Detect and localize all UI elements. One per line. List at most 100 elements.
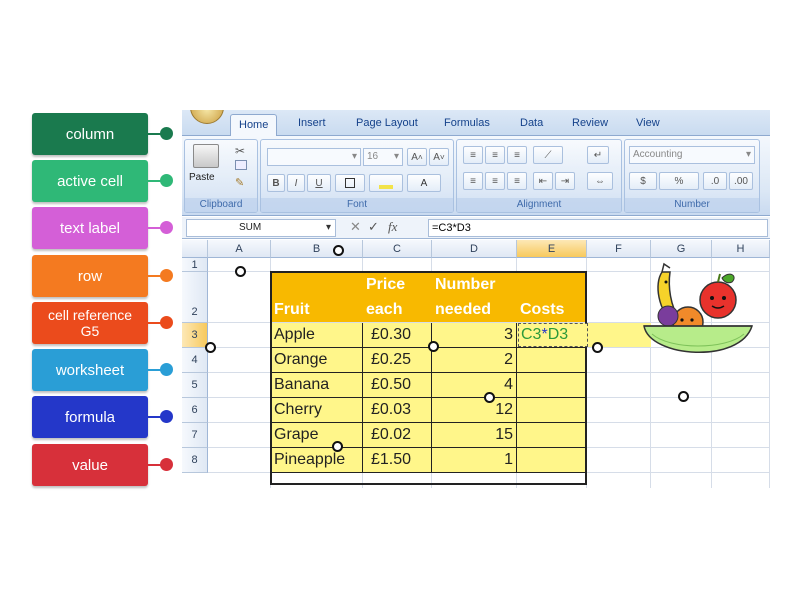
marker-a1[interactable]	[235, 266, 246, 277]
format-painter-icon[interactable]: ✎	[235, 176, 244, 189]
label-column[interactable]: column	[32, 113, 148, 155]
label-handle[interactable]	[160, 458, 173, 471]
label-row[interactable]: row	[32, 255, 148, 297]
column-header-a[interactable]: A	[208, 240, 271, 258]
row-header-3[interactable]: 3	[182, 323, 208, 348]
tab-insert[interactable]: Insert	[298, 117, 326, 129]
tab-formulas[interactable]: Formulas	[444, 117, 490, 129]
row-header-5[interactable]: 5	[182, 373, 208, 398]
office-button[interactable]	[190, 110, 224, 124]
price-cell[interactable]: £0.25	[363, 348, 432, 373]
label-handle[interactable]	[160, 363, 173, 376]
select-all-corner[interactable]	[182, 240, 208, 258]
currency-button[interactable]: $	[629, 172, 657, 190]
underline-button[interactable]: U	[307, 174, 331, 192]
active-cell-e3[interactable]: C3 * D3	[518, 323, 588, 347]
label-handle[interactable]	[160, 269, 173, 282]
fruit-cell[interactable]: Apple	[271, 323, 363, 348]
cost-cell[interactable]	[517, 448, 587, 473]
decrease-decimal-button[interactable]: .00	[729, 172, 753, 190]
align-bottom-button[interactable]: ≡	[507, 146, 527, 164]
cut-icon[interactable]: ✂	[235, 144, 245, 158]
marker-g5[interactable]	[678, 391, 689, 402]
row-header-6[interactable]: 6	[182, 398, 208, 423]
align-middle-button[interactable]: ≡	[485, 146, 505, 164]
cancel-icon[interactable]: ✕	[350, 219, 361, 235]
cost-cell[interactable]	[517, 423, 587, 448]
cost-cell[interactable]	[517, 398, 587, 423]
column-header-g[interactable]: G	[651, 240, 712, 258]
row-header-7[interactable]: 7	[182, 423, 208, 448]
needed-cell[interactable]: 1	[432, 448, 517, 473]
price-cell[interactable]: £0.50	[363, 373, 432, 398]
label-handle[interactable]	[160, 127, 173, 140]
needed-cell[interactable]: 12	[432, 398, 517, 423]
label-handle[interactable]	[160, 410, 173, 423]
align-left-button[interactable]: ≡	[463, 172, 483, 190]
label-cell-reference-g5[interactable]: cell reference G5	[32, 302, 148, 344]
header-price-each[interactable]: Price each	[363, 272, 432, 322]
increase-decimal-button[interactable]: .0	[703, 172, 727, 190]
tab-home[interactable]: Home	[230, 114, 278, 137]
paste-button[interactable]: Paste	[189, 172, 215, 183]
formula-input[interactable]: =C3*D3	[428, 219, 768, 237]
header-fruit[interactable]: Fruit	[271, 272, 363, 322]
align-top-button[interactable]: ≡	[463, 146, 483, 164]
column-header-h[interactable]: H	[712, 240, 770, 258]
font-size-dropdown[interactable]: 16 ▾	[363, 148, 403, 166]
fill-color-button[interactable]	[369, 174, 403, 192]
grow-font-button[interactable]: A ˄	[407, 148, 427, 166]
decrease-indent-button[interactable]: ⇤	[533, 172, 553, 190]
marker-formula[interactable]	[592, 342, 603, 353]
worksheet-grid[interactable]: ABCDEFGH 12345678 Fruit Price each Numbe…	[182, 240, 770, 488]
copy-icon[interactable]	[235, 160, 247, 170]
label-value[interactable]: value	[32, 444, 148, 486]
row-header-8[interactable]: 8	[182, 448, 208, 473]
font-name-dropdown[interactable]: ▾	[267, 148, 361, 166]
cost-cell[interactable]	[517, 348, 587, 373]
wrap-text-button[interactable]: ↵	[587, 146, 609, 164]
fruit-cell[interactable]: Orange	[271, 348, 363, 373]
label-formula[interactable]: formula	[32, 396, 148, 438]
tab-view[interactable]: View	[636, 117, 660, 129]
price-cell[interactable]: £0.02	[363, 423, 432, 448]
label-handle[interactable]	[160, 221, 173, 234]
label-worksheet[interactable]: worksheet	[32, 349, 148, 391]
row-header-2[interactable]: 2	[182, 272, 208, 323]
label-handle[interactable]	[160, 316, 173, 329]
marker-value-4[interactable]	[484, 392, 495, 403]
borders-button[interactable]	[335, 174, 365, 192]
enter-icon[interactable]: ✓	[368, 219, 379, 235]
fruit-cell[interactable]: Cherry	[271, 398, 363, 423]
price-cell[interactable]: £1.50	[363, 448, 432, 473]
tab-page-layout[interactable]: Page Layout	[356, 117, 418, 129]
marker-col-b[interactable]	[333, 245, 344, 256]
align-right-button[interactable]: ≡	[507, 172, 527, 190]
needed-cell[interactable]: 2	[432, 348, 517, 373]
shrink-font-button[interactable]: A ˅	[429, 148, 449, 166]
marker-price-apple[interactable]	[428, 341, 439, 352]
price-cell[interactable]: £0.03	[363, 398, 432, 423]
align-center-button[interactable]: ≡	[485, 172, 505, 190]
fruit-cell[interactable]: Pineapple	[271, 448, 363, 473]
column-header-c[interactable]: C	[363, 240, 432, 258]
label-handle[interactable]	[160, 174, 173, 187]
header-number-needed[interactable]: Number needed	[432, 272, 517, 322]
needed-cell[interactable]: 3	[432, 323, 517, 348]
label-text-label[interactable]: text label	[32, 207, 148, 249]
column-header-d[interactable]: D	[432, 240, 517, 258]
italic-button[interactable]: I	[287, 174, 305, 192]
column-header-f[interactable]: F	[587, 240, 651, 258]
column-header-b[interactable]: B	[271, 240, 363, 258]
row-header-1[interactable]: 1	[182, 258, 208, 272]
column-header-e[interactable]: E	[517, 240, 587, 258]
merge-center-button[interactable]: ⇔	[587, 172, 613, 190]
tab-data[interactable]: Data	[520, 117, 543, 129]
needed-cell[interactable]: 4	[432, 373, 517, 398]
needed-cell[interactable]: 15	[432, 423, 517, 448]
fruit-cell[interactable]: Grape	[271, 423, 363, 448]
bold-button[interactable]: B	[267, 174, 285, 192]
label-active-cell[interactable]: active cell	[32, 160, 148, 202]
paste-icon[interactable]	[193, 144, 219, 168]
price-cell[interactable]: £0.30	[363, 323, 432, 348]
